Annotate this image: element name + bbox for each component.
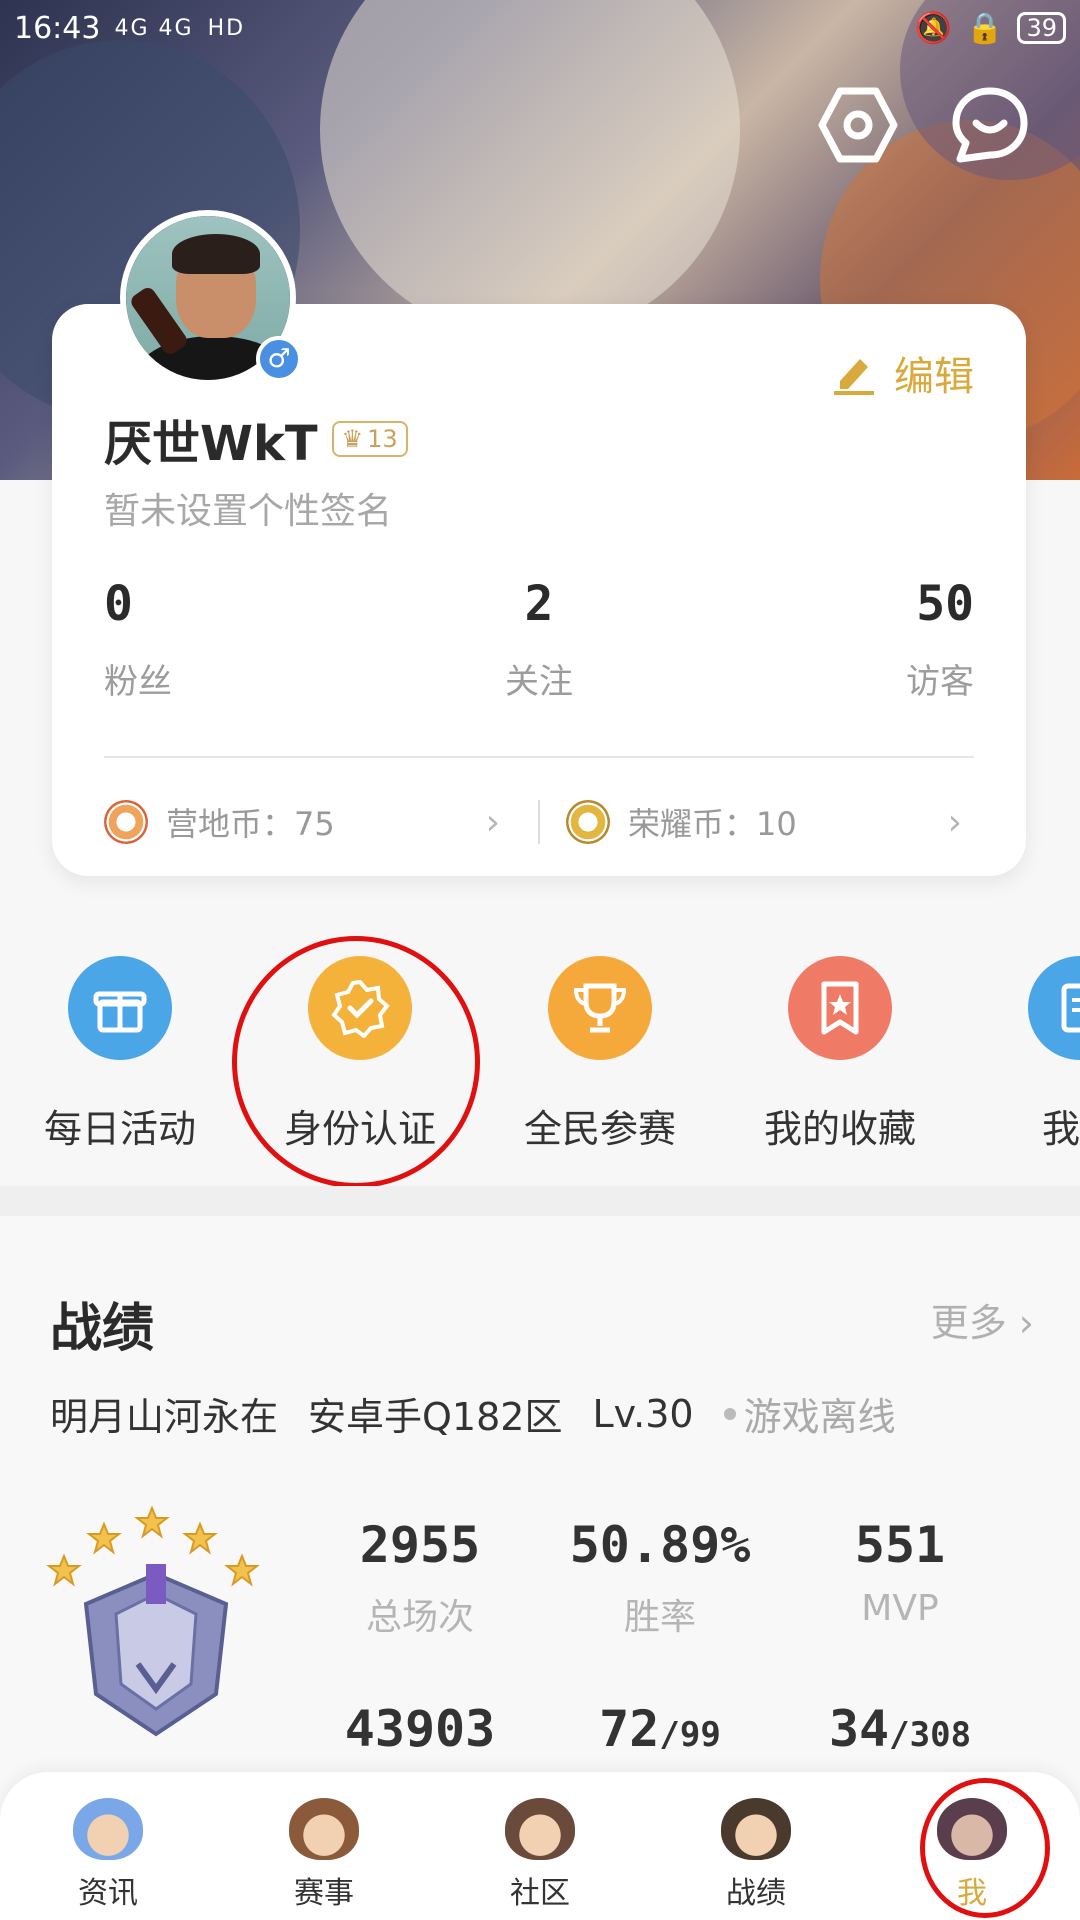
total-matches-stat: 2955 总场次 <box>359 1516 481 1638</box>
daily-activity-button[interactable]: 每日活动 <box>20 956 220 1153</box>
status-bar: 16:43 4G 4G HD 🔕 🔒 39 <box>0 0 1080 56</box>
role-server: 安卓手Q182区 <box>308 1395 563 1439</box>
honor-coin-row[interactable]: 荣耀币：10 › <box>566 799 974 845</box>
edit-profile-button[interactable]: 编辑 <box>832 344 974 402</box>
edit-label: 编辑 <box>894 354 974 400</box>
screen: 16:43 4G 4G HD 🔕 🔒 39 编辑 厌世WkT ♛ 13 暂未设置… <box>0 0 1080 1920</box>
my-records-button[interactable]: 我的 <box>980 956 1080 1153</box>
visitors-label: 访客 <box>906 662 974 702</box>
role-info: 明月山河永在 安卓手Q182区 Lv.30 游戏离线 <box>50 1386 896 1441</box>
mute-icon: 🔕 <box>914 10 953 46</box>
visitors-stat[interactable]: 50 访客 <box>906 576 974 703</box>
honor-coin-label: 荣耀币：10 <box>628 805 797 843</box>
fans-label: 粉丝 <box>104 662 172 702</box>
mvp-stat: 551 MVP <box>854 1516 946 1629</box>
camp-coin-label: 营地币：75 <box>166 805 335 843</box>
trophy-icon <box>548 956 652 1060</box>
following-count: 2 <box>524 576 554 632</box>
highlight-ring-annotation <box>920 1778 1050 1918</box>
user-name: 厌世WkT <box>104 416 318 472</box>
fans-count: 0 <box>104 576 133 632</box>
camp-coin-icon <box>104 800 148 844</box>
events-avatar-icon <box>289 1798 359 1860</box>
skins-stat: 34/308 <box>828 1700 972 1758</box>
bottom-navigation: 资讯 赛事 社区 战绩 我 <box>0 1772 1080 1920</box>
section-divider <box>0 1186 1080 1216</box>
nav-community[interactable]: 社区 <box>432 1772 648 1920</box>
record-stats-grid: 2955 总场次 50.89% 胜率 551 MVP 43903 72/99 3… <box>300 1516 1020 1758</box>
coin-balances: 营地币：75 › 荣耀币：10 › <box>104 792 974 852</box>
chevron-right-icon: › <box>1018 1301 1034 1345</box>
highlight-ring-annotation <box>232 936 480 1188</box>
records-avatar-icon <box>721 1798 791 1860</box>
battery-indicator: 39 <box>1017 12 1066 44</box>
visitors-count: 50 <box>916 576 974 632</box>
chevron-right-icon: › <box>947 801 962 843</box>
bookmark-star-icon <box>788 956 892 1060</box>
following-stat[interactable]: 2 关注 <box>505 576 573 703</box>
honor-coin-icon <box>566 800 610 844</box>
settings-button[interactable] <box>818 85 898 165</box>
lock-icon: 🔒 <box>966 10 1004 46</box>
nav-events[interactable]: 赛事 <box>216 1772 432 1920</box>
status-time: 16:43 <box>14 10 101 46</box>
rank-emblem-icon <box>46 1494 266 1754</box>
my-favorites-button[interactable]: 我的收藏 <box>740 956 940 1153</box>
role-level: Lv.30 <box>592 1391 694 1436</box>
community-avatar-icon <box>505 1798 575 1860</box>
coin-separator <box>538 800 540 844</box>
record-title: 战绩 <box>50 1299 155 1359</box>
settings-icon <box>818 87 898 163</box>
heroes-stat: 72/99 <box>599 1700 721 1758</box>
user-level-badge: ♛ 13 <box>331 421 408 457</box>
divider <box>104 756 974 758</box>
role-status: 游戏离线 <box>723 1386 896 1441</box>
user-signature[interactable]: 暂未设置个性签名 <box>104 482 392 534</box>
nav-news[interactable]: 资讯 <box>0 1772 216 1920</box>
quick-actions: 每日活动 身份认证 全民参赛 我的收藏 我的 <box>0 956 1080 1168</box>
hd-indicator: HD <box>207 15 246 41</box>
document-icon <box>1028 956 1080 1060</box>
crown-icon: ♛ <box>341 425 364 453</box>
pencil-icon <box>834 359 874 395</box>
message-button[interactable] <box>950 85 1030 165</box>
follow-stats: 0 粉丝 2 关注 50 访客 <box>104 576 974 703</box>
role-name: 明月山河永在 <box>50 1395 279 1439</box>
camp-coin-row[interactable]: 营地币：75 › <box>104 799 512 845</box>
male-gender-icon: ♂ <box>256 336 302 382</box>
power-stat: 43903 <box>344 1700 496 1758</box>
national-competition-button[interactable]: 全民参赛 <box>500 956 700 1153</box>
gift-icon <box>68 956 172 1060</box>
record-more-link[interactable]: 更多 › <box>931 1292 1034 1347</box>
win-rate-stat: 50.89% 胜率 <box>569 1516 751 1638</box>
fans-stat[interactable]: 0 粉丝 <box>104 576 172 703</box>
signal-indicator: 4G 4G <box>114 15 194 41</box>
news-avatar-icon <box>73 1798 143 1860</box>
chat-bubble-icon <box>952 87 1028 163</box>
chevron-right-icon: › <box>485 801 500 843</box>
offline-dot-icon <box>723 1407 736 1420</box>
nav-records[interactable]: 战绩 <box>648 1772 864 1920</box>
following-label: 关注 <box>505 662 573 702</box>
profile-card: 编辑 厌世WkT ♛ 13 暂未设置个性签名 0 粉丝 2 关注 50 访客 营… <box>52 304 1026 876</box>
